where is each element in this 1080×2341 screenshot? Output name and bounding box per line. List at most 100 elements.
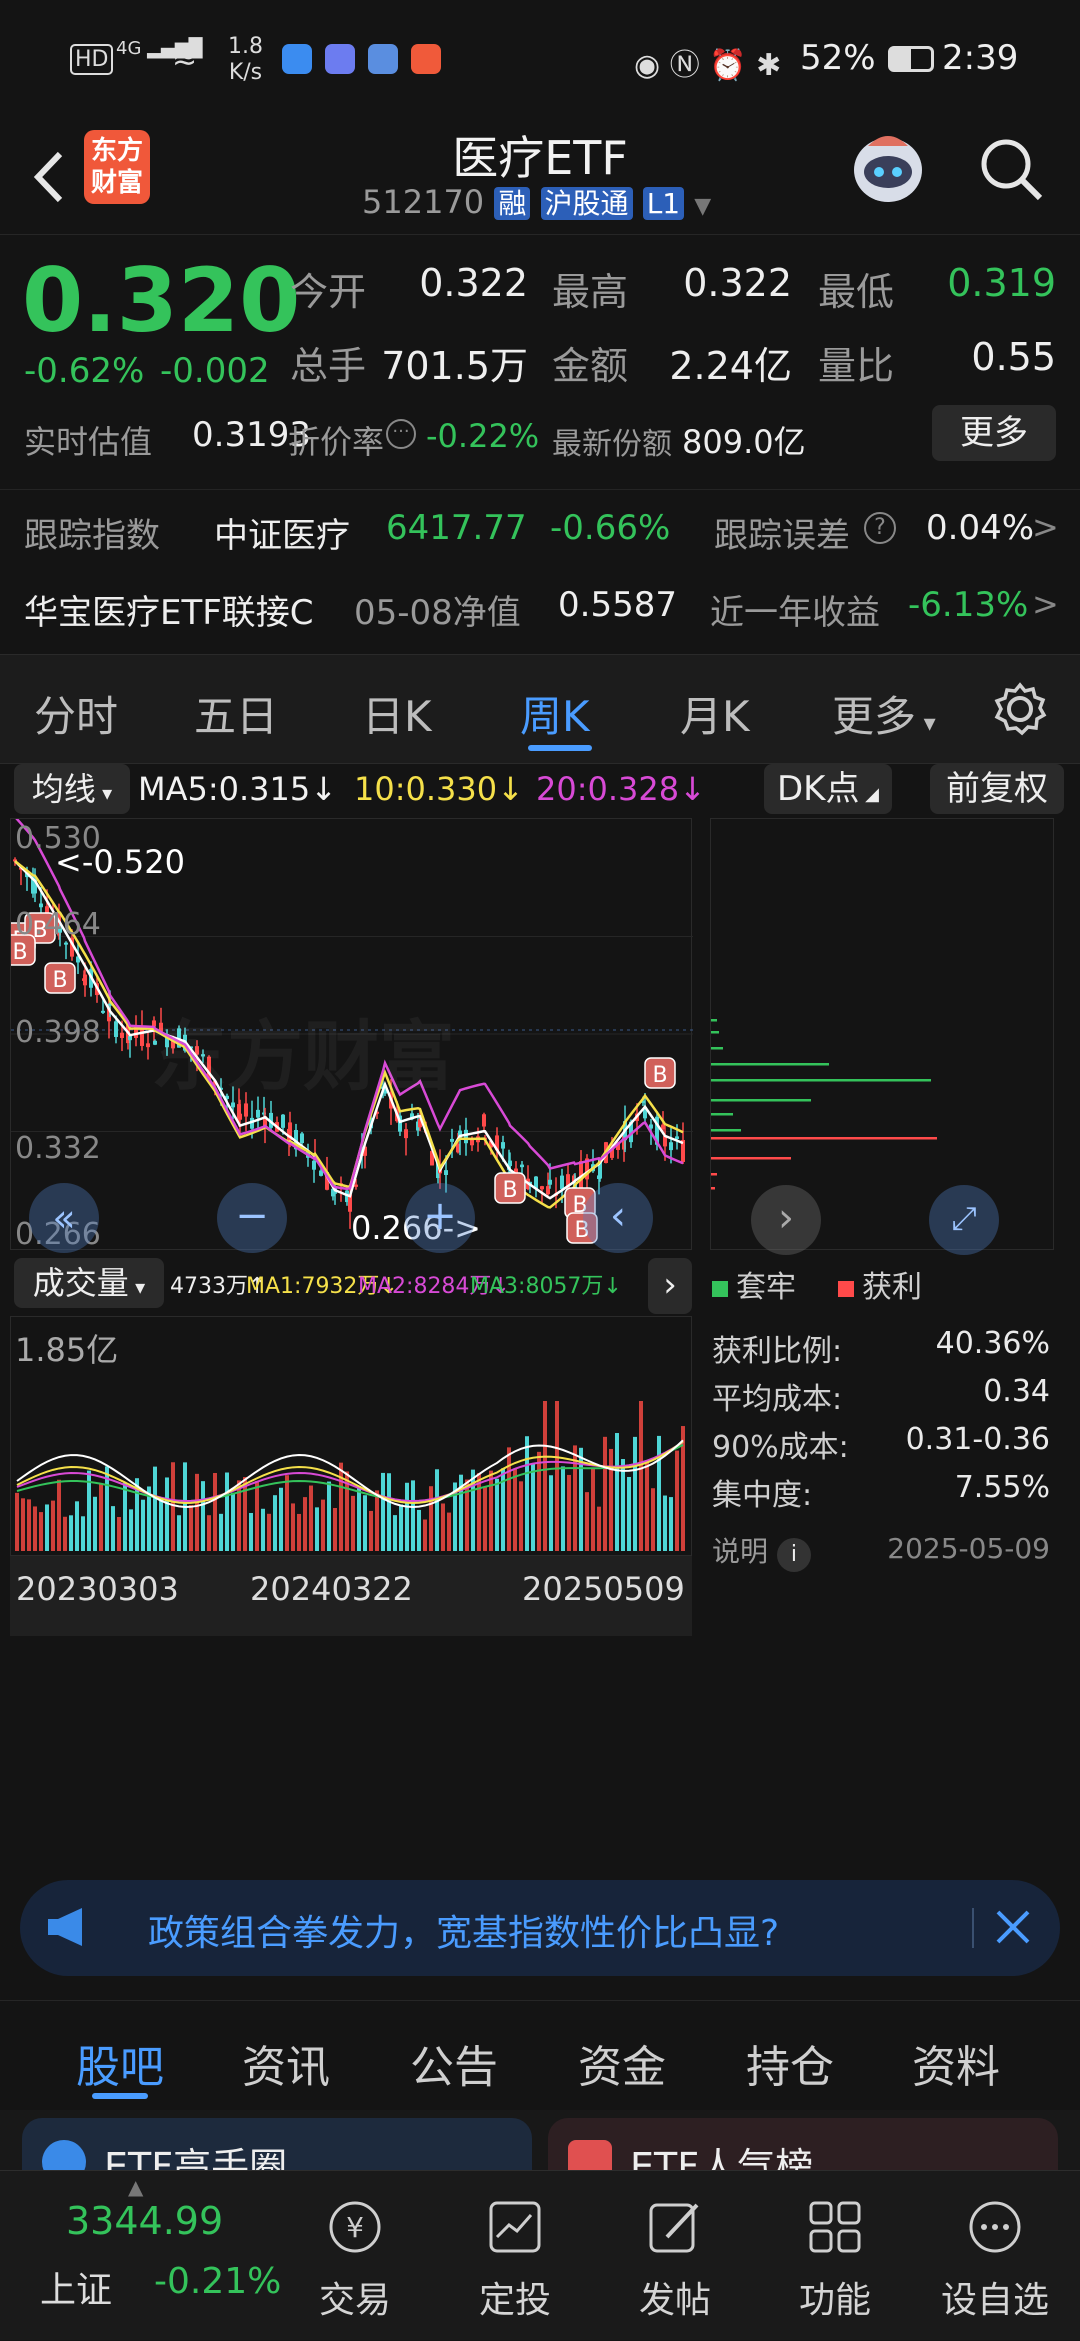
price-tick: 0.464 — [15, 907, 101, 942]
zoom-in-button[interactable]: + — [405, 1183, 475, 1253]
battery-text: 52% — [800, 38, 876, 78]
volume-bar — [327, 1481, 331, 1551]
volume-bar — [633, 1436, 637, 1551]
track-name: 中证医疗 — [214, 516, 350, 556]
step-right-button[interactable]: › — [751, 1185, 821, 1255]
ma-type-selector[interactable]: 均线 ▾ — [14, 764, 130, 814]
legend-hold: 套牢 — [712, 1262, 796, 1306]
robot-avatar[interactable] — [848, 126, 928, 210]
function-button[interactable]: 功能 — [770, 2171, 900, 2341]
tab-profile[interactable]: 资料 — [912, 2031, 1000, 2095]
volume-bar — [171, 1462, 175, 1551]
status-bar: HD 4G ▂▄▆█ ≋ 1.8 K/s ◉ Ⓝ ⏰ ✱ 52% 2:39 — [0, 0, 1080, 120]
candle-body — [501, 1142, 505, 1149]
expand-icon[interactable]: ⤢ — [929, 1185, 999, 1255]
tab-month-k[interactable]: 月K — [680, 683, 750, 744]
candle-body — [669, 1142, 673, 1151]
kline-panel[interactable]: BBBBBBBB 东方财富 0.530 0.464 0.398 0.332 0.… — [10, 818, 693, 1253]
high-label: 最高 — [552, 270, 629, 314]
volume-bar — [81, 1516, 85, 1551]
fund-row[interactable]: 华宝医疗ETF联接C 05-08净值 0.5587 近一年收益 -6.13% > — [0, 565, 1080, 641]
avg-cost-value: 0.34 — [983, 1374, 1050, 1409]
quote-panel: 0.320 -0.62% -0.002 今开 0.322 最高 0.322 最低… — [0, 234, 1080, 654]
candle-body — [450, 1138, 454, 1142]
volume-bar — [21, 1498, 25, 1551]
cards-row: ETF高手圈 ETF人气榜 — [0, 2110, 1080, 2178]
vol-line — [16, 1439, 684, 1509]
volume-bar — [279, 1487, 283, 1551]
tab-guba[interactable]: 股吧 — [76, 2031, 164, 2095]
volume-indicator-selector[interactable]: 成交量 ▾ — [14, 1258, 164, 1308]
zoom-out-button[interactable]: − — [217, 1183, 287, 1253]
volume-bar — [195, 1473, 199, 1551]
volume-bar — [369, 1510, 373, 1551]
track-row[interactable]: 跟踪指数 中证医疗 6417.77 -0.66% 跟踪误差 ? 0.04% > — [0, 489, 1080, 561]
volume-bar — [597, 1506, 601, 1551]
tab-notice[interactable]: 公告 — [410, 2031, 498, 2095]
fund-code: 512170 — [362, 183, 485, 221]
battery-icon — [888, 46, 934, 72]
volume-bar — [297, 1513, 301, 1551]
info-icon[interactable]: ··· — [386, 419, 416, 449]
tab-funds[interactable]: 资金 — [578, 2031, 666, 2095]
chip-bar — [711, 1173, 717, 1176]
volume-bar — [63, 1516, 67, 1551]
tab-five-day[interactable]: 五日 — [194, 683, 278, 744]
chip-svg — [711, 1019, 937, 1190]
scroll-left-button[interactable]: « — [29, 1183, 99, 1253]
volume-bar — [33, 1506, 37, 1551]
search-icon[interactable] — [976, 134, 1046, 204]
volume-panel[interactable]: 1.85亿 — [10, 1316, 692, 1556]
candle-body — [256, 1109, 260, 1118]
card-etf-experts[interactable]: ETF高手圈 — [22, 2118, 532, 2178]
news-banner[interactable]: 政策组合拳发力，宽基指数性价比凸显? — [20, 1880, 1060, 1976]
tab-day-k[interactable]: 日K — [362, 683, 432, 744]
volume-bar — [537, 1451, 541, 1551]
change-abs: -0.002 — [160, 351, 270, 391]
tab-news[interactable]: 资讯 — [242, 2031, 330, 2095]
chip-distribution-panel[interactable]: › ⤢ — [710, 818, 1054, 1255]
step-left-button[interactable]: ‹ — [583, 1183, 653, 1253]
tab-more[interactable]: 更多 ▾ — [832, 683, 936, 744]
volume-axis-top: 1.85亿 — [15, 1331, 119, 1369]
post-button[interactable]: 发帖 — [610, 2171, 740, 2341]
volume-bar — [567, 1474, 571, 1551]
volume-bar — [405, 1482, 409, 1551]
code-row: 512170 融 沪股通 L1 ▼ — [362, 182, 711, 224]
help-icon[interactable]: ? — [864, 512, 896, 544]
add-watchlist-button[interactable]: 设自选 — [930, 2171, 1060, 2341]
dropdown-icon[interactable]: ▼ — [694, 194, 711, 219]
tag-l1: L1 — [642, 187, 685, 220]
gear-icon[interactable] — [992, 681, 1048, 737]
kline-chart-area: 均线 ▾ MA5:0.315↓ 10:0.330↓ 20:0.328↓ DK点 … — [0, 764, 1080, 1874]
card-etf-popular[interactable]: ETF人气榜 — [548, 2118, 1058, 2178]
volume-bar — [315, 1507, 319, 1551]
chip-bar — [711, 1157, 791, 1160]
adjust-button[interactable]: 前复权 — [930, 764, 1064, 814]
close-icon[interactable] — [988, 1902, 1038, 1952]
clock: 2:39 — [942, 38, 1019, 78]
auto-invest-button[interactable]: 定投 — [450, 2171, 580, 2341]
tab-fenshi[interactable]: 分时 — [34, 683, 118, 744]
last-price: 0.320 — [22, 249, 301, 352]
candle-body — [83, 974, 87, 986]
disc-value: -0.22% — [426, 417, 540, 455]
next-indicator-button[interactable]: › — [648, 1258, 692, 1314]
volume-bar — [261, 1508, 265, 1551]
tab-holdings[interactable]: 持仓 — [746, 2031, 834, 2095]
candle-body — [444, 1170, 448, 1175]
volume-bar — [291, 1503, 295, 1551]
trade-button[interactable]: ¥ 交易 — [290, 2171, 420, 2341]
tab-week-k[interactable]: 周K — [520, 683, 590, 744]
chips-note[interactable]: 说明 i — [712, 1530, 811, 1572]
volume-bar — [255, 1480, 259, 1551]
volume-bar — [663, 1495, 667, 1551]
index-widget[interactable]: ▲ 3344.99 上证 -0.21% — [0, 2171, 290, 2341]
dk-point-button[interactable]: DK点 ◢ — [764, 764, 892, 814]
volume-bar — [15, 1492, 19, 1551]
chevron-right-icon: > — [1032, 585, 1059, 623]
volume-bar — [585, 1492, 589, 1551]
volume-bar — [225, 1472, 229, 1551]
candle-body — [464, 1129, 468, 1144]
more-button[interactable]: 更多 — [932, 405, 1056, 461]
